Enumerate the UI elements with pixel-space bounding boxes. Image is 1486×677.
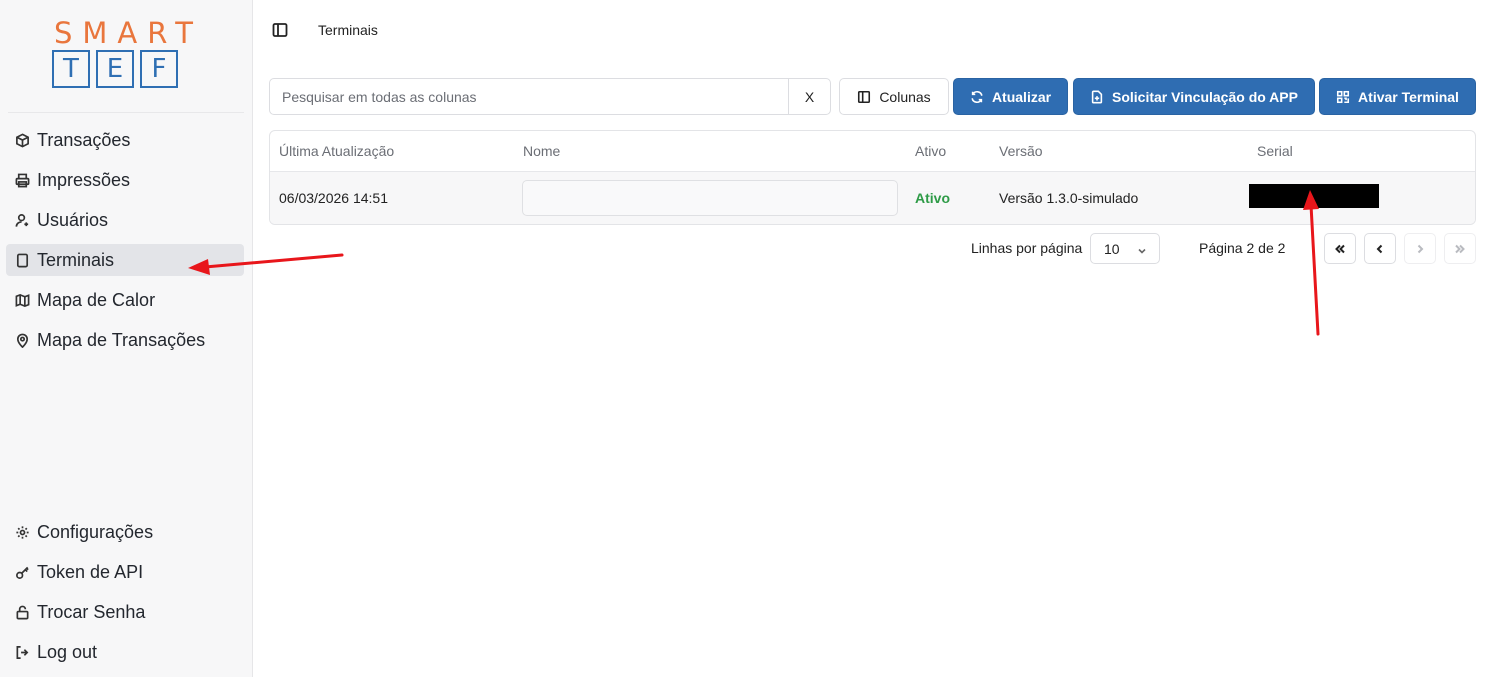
file-plus-icon — [1091, 90, 1103, 103]
sidebar-item-label: Usuários — [37, 209, 109, 230]
logo-boxes: T E F — [52, 50, 197, 88]
map-icon — [14, 292, 30, 308]
user-icon — [14, 212, 30, 228]
sidebar-item-mapa-de-transacoes[interactable]: Mapa de Transações — [6, 324, 244, 356]
sidebar-item-token-api[interactable]: Token de API — [6, 556, 244, 588]
columns-button[interactable]: Colunas — [839, 78, 949, 115]
app-root: SMART T E F Transações Impressões Usuári… — [0, 0, 1486, 677]
map-pin-icon — [14, 332, 30, 348]
search-input[interactable] — [270, 79, 788, 114]
column-header-active[interactable]: Ativo — [915, 143, 946, 159]
breadcrumb: Terminais — [318, 22, 378, 38]
tablet-icon — [14, 252, 30, 268]
columns-label: Colunas — [879, 88, 931, 105]
top-bar: Terminais — [253, 0, 1486, 60]
chevron-down-icon — [1137, 243, 1147, 254]
request-app-link-button[interactable]: Solicitar Vinculação do APP — [1073, 78, 1315, 115]
lock-icon — [14, 604, 30, 620]
activate-terminal-label: Ativar Terminal — [1358, 88, 1459, 105]
rows-per-page-select[interactable]: 10 — [1090, 233, 1160, 264]
box-icon — [14, 132, 30, 148]
name-field[interactable] — [522, 180, 898, 216]
sidebar-item-label: Transações — [37, 129, 131, 150]
sidebar-item-transacoes[interactable]: Transações — [6, 124, 244, 156]
column-header-updated[interactable]: Última Atualização — [279, 143, 394, 159]
chevron-left-icon — [1376, 244, 1383, 253]
table-header: Última Atualização Nome Ativo Versão Ser… — [270, 131, 1475, 172]
last-page-button[interactable] — [1444, 233, 1476, 264]
cell-updated: 06/03/2026 14:51 — [279, 190, 388, 206]
activate-terminal-button[interactable]: Ativar Terminal — [1319, 78, 1476, 115]
sidebar-item-label: Mapa de Calor — [37, 289, 156, 310]
chevron-right-icon — [1417, 244, 1424, 253]
clear-search-button[interactable]: X — [788, 79, 830, 114]
cell-version: Versão 1.3.0-simulado — [999, 190, 1139, 206]
sidebar-item-trocar-senha[interactable]: Trocar Senha — [6, 596, 244, 628]
logo-letter-e: E — [96, 50, 134, 88]
refresh-label: Atualizar — [991, 88, 1052, 105]
request-app-link-label: Solicitar Vinculação do APP — [1112, 88, 1298, 105]
chevrons-right-icon — [1455, 244, 1465, 253]
first-page-button[interactable] — [1324, 233, 1356, 264]
printer-icon — [14, 172, 30, 188]
sidebar-item-label: Impressões — [37, 169, 131, 190]
sidebar-nav: Transações Impressões Usuários Terminais… — [6, 124, 244, 364]
logo-letter-t: T — [52, 50, 90, 88]
sidebar-item-terminais[interactable]: Terminais — [6, 244, 244, 276]
logout-icon — [14, 644, 30, 660]
sidebar-item-mapa-de-calor[interactable]: Mapa de Calor — [6, 284, 244, 316]
refresh-icon — [971, 90, 983, 103]
sidebar-item-label: Token de API — [37, 561, 144, 582]
sidebar-item-label: Trocar Senha — [37, 601, 146, 622]
table-row[interactable]: 06/03/2026 14:51 Ativo Versão 1.3.0-simu… — [270, 172, 1475, 224]
search-box: X — [269, 78, 831, 115]
sidebar-item-usuarios[interactable]: Usuários — [6, 204, 244, 236]
rows-per-page-value: 10 — [1104, 240, 1120, 257]
column-header-version[interactable]: Versão — [999, 143, 1043, 159]
column-header-serial[interactable]: Serial — [1257, 143, 1293, 159]
sidebar-item-configuracoes[interactable]: Configurações — [6, 516, 244, 548]
gear-icon — [14, 524, 30, 540]
sidebar-item-label: Mapa de Transações — [37, 329, 206, 350]
rows-per-page-label: Linhas por página — [971, 240, 1083, 256]
sidebar-item-logout[interactable]: Log out — [6, 636, 244, 668]
qr-code-icon — [1337, 90, 1350, 103]
sidebar-toggle-icon[interactable] — [272, 22, 288, 38]
sidebar-item-label: Configurações — [37, 521, 154, 542]
sidebar-divider — [8, 112, 244, 113]
smart-tef-logo[interactable]: SMART T E F — [52, 18, 197, 88]
terminals-table: Última Atualização Nome Ativo Versão Ser… — [269, 130, 1476, 225]
column-header-name[interactable]: Nome — [523, 143, 560, 159]
prev-page-button[interactable] — [1364, 233, 1396, 264]
logo-letter-f: F — [140, 50, 178, 88]
serial-redacted — [1249, 184, 1379, 208]
sidebar-item-impressoes[interactable]: Impressões — [6, 164, 244, 196]
sidebar-item-label: Log out — [37, 641, 98, 662]
refresh-button[interactable]: Atualizar — [953, 78, 1068, 115]
logo-text: SMART — [54, 16, 204, 50]
status-badge: Ativo — [915, 190, 950, 206]
columns-icon — [858, 90, 871, 103]
next-page-button[interactable] — [1404, 233, 1436, 264]
chevrons-left-icon — [1335, 244, 1345, 253]
key-icon — [14, 564, 30, 580]
page-info: Página 2 de 2 — [1199, 240, 1286, 256]
sidebar-item-label: Terminais — [37, 249, 115, 270]
sidebar: SMART T E F Transações Impressões Usuári… — [0, 0, 253, 677]
sidebar-bottom-nav: Configurações Token de API Trocar Senha … — [6, 516, 244, 676]
